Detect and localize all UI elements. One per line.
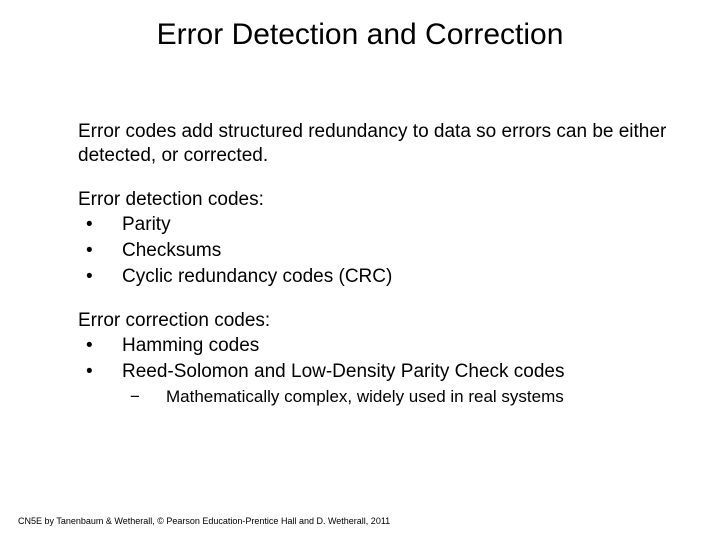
intro-paragraph: Error codes add structured redundancy to… xyxy=(78,120,680,168)
detection-heading: Error detection codes: xyxy=(78,188,680,212)
footer-text: CN5E by Tanenbaum & Wetherall, © Pearson… xyxy=(18,516,390,526)
slide-body: Error codes add structured redundancy to… xyxy=(78,120,680,409)
correction-list: Hamming codes Reed-Solomon and Low-Densi… xyxy=(78,334,680,384)
list-item: Mathematically complex, widely used in r… xyxy=(78,386,680,407)
list-item: Reed-Solomon and Low-Density Parity Chec… xyxy=(78,360,680,384)
list-item: Parity xyxy=(78,213,680,237)
slide-title: Error Detection and Correction xyxy=(0,18,720,52)
list-item: Cyclic redundancy codes (CRC) xyxy=(78,265,680,289)
correction-heading: Error correction codes: xyxy=(78,309,680,333)
list-item: Checksums xyxy=(78,239,680,263)
correction-sublist: Mathematically complex, widely used in r… xyxy=(78,386,680,407)
slide: Error Detection and Correction Error cod… xyxy=(0,0,720,540)
detection-list: Parity Checksums Cyclic redundancy codes… xyxy=(78,213,680,288)
list-item: Hamming codes xyxy=(78,334,680,358)
